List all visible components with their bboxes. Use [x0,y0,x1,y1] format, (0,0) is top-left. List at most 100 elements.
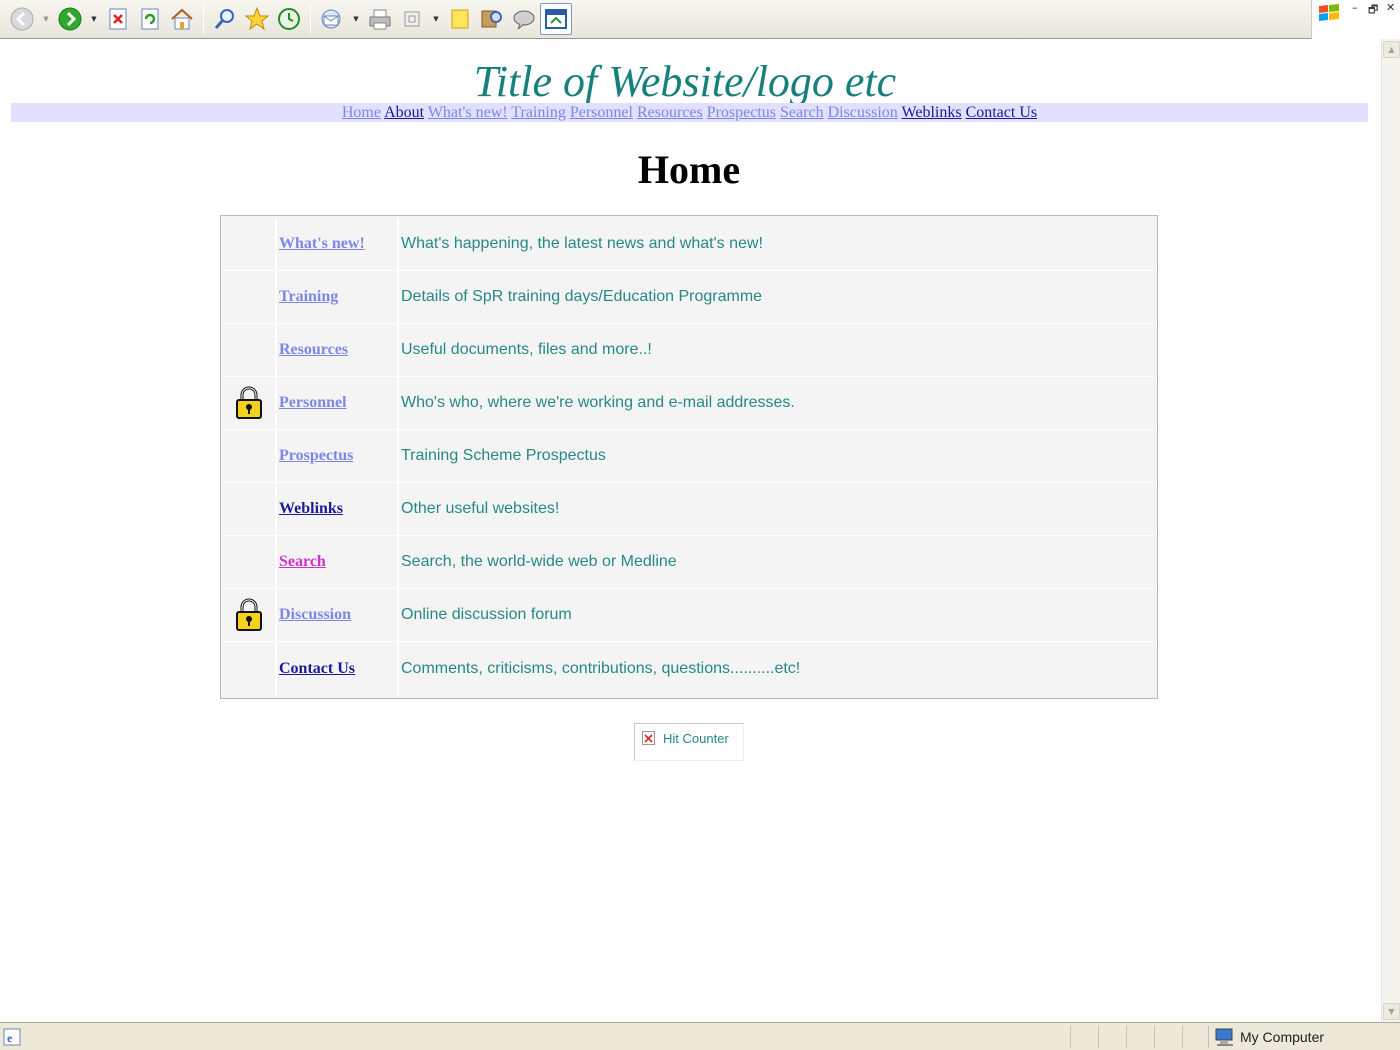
padlock-icon [236,598,262,631]
stop-icon [109,8,127,30]
mail-dropdown[interactable]: ▼ [348,3,364,35]
status-pane [1182,1026,1183,1048]
nav-training[interactable]: Training [511,104,566,121]
nav-prospectus[interactable]: Prospectus [707,104,776,121]
note-icon [451,9,469,29]
nav-personnel[interactable]: Personnel [570,104,633,121]
status-pane [1098,1026,1099,1048]
lock-cell [223,483,277,535]
stop-button[interactable] [102,3,134,35]
nav-search[interactable]: Search [780,104,824,121]
edit-dropdown[interactable]: ▼ [428,3,444,35]
minimize-button[interactable]: – [1352,1,1358,14]
lock-cell [223,218,277,270]
browser-toolbar: ▼ ▼ ▼ ▼ [0,0,1311,39]
nav-resources[interactable]: Resources [637,104,703,121]
sections-table: What's new! What's happening, the latest… [220,215,1158,699]
link-resources[interactable]: Resources [279,341,348,359]
link-contact-us[interactable]: Contact Us [279,660,355,678]
scroll-down-button[interactable]: ▼ [1383,1003,1400,1020]
lock-cell [223,589,277,641]
table-row: Discussion Online discussion forum [223,589,1155,642]
row-description: Other useful websites! [401,500,560,517]
page-heading: Home [637,147,741,192]
ie-page-icon: e [3,1028,21,1046]
research-icon [481,10,502,28]
svg-text:e: e [7,1031,13,1045]
nav-discussion[interactable]: Discussion [828,104,898,121]
computer-icon [1215,1028,1233,1046]
lock-cell [223,430,277,482]
home-button[interactable] [166,3,198,35]
window-controls: – 🗗 ✕ [1311,0,1400,39]
edit-page-icon [404,11,420,27]
research-button[interactable] [476,3,508,35]
favorites-button[interactable] [241,3,273,35]
broken-image-icon [642,731,655,745]
forward-button[interactable] [54,3,86,35]
nav-about[interactable]: About [384,104,424,121]
lock-cell [223,536,277,588]
link-whats-new[interactable]: What's new! [279,235,365,253]
nav-contact-us[interactable]: Contact Us [966,104,1038,121]
zone-label: My Computer [1240,1029,1325,1045]
status-pane [1126,1026,1127,1048]
table-row: Resources Useful documents, files and mo… [223,324,1155,377]
nav-weblinks[interactable]: Weblinks [902,104,962,121]
refresh-icon [141,8,159,30]
link-discussion[interactable]: Discussion [279,606,351,624]
row-description: Training Scheme Prospectus [401,447,606,464]
nav-whats-new[interactable]: What's new! [428,104,508,121]
search-button[interactable] [209,3,241,35]
status-bar: e My Computer [0,1022,1400,1050]
messenger-icon [513,10,535,30]
link-prospectus[interactable]: Prospectus [279,447,353,465]
lock-cell [223,642,277,695]
status-pane [1154,1026,1155,1048]
security-zone: My Computer [1214,1027,1324,1047]
table-row: Weblinks Other useful websites! [223,483,1155,536]
home-icon [171,8,193,30]
nav-home[interactable]: Home [342,104,381,121]
link-weblinks[interactable]: Weblinks [279,500,343,518]
back-button[interactable] [6,3,38,35]
forward-dropdown[interactable]: ▼ [86,3,102,35]
table-row: Prospectus Training Scheme Prospectus [223,430,1155,483]
print-button[interactable] [364,3,396,35]
forward-arrow-icon [58,7,82,31]
refresh-button[interactable] [134,3,166,35]
link-training[interactable]: Training [279,288,338,306]
history-icon [278,8,300,30]
link-personnel[interactable]: Personnel [279,394,347,412]
close-button[interactable]: ✕ [1386,1,1395,14]
back-dropdown[interactable]: ▼ [38,3,54,35]
row-description: Details of SpR training days/Education P… [401,288,763,305]
messenger-button[interactable] [508,3,540,35]
table-row: What's new! What's happening, the latest… [223,218,1155,271]
back-arrow-icon [10,7,34,31]
toolbar-separator [203,4,204,34]
mail-button[interactable] [316,3,348,35]
padlock-icon [236,386,262,419]
table-row: Search Search, the world-wide web or Med… [223,536,1155,589]
magnifier-icon [214,9,234,29]
site-title: Title of Website/logo etc [473,57,897,106]
link-search[interactable]: Search [279,553,326,571]
restore-button[interactable]: 🗗 [1368,1,1378,20]
windows-logo-icon [1319,4,1339,21]
edit-button[interactable] [396,3,428,35]
hit-counter-alt-text: Hit Counter [663,731,729,746]
table-row: Training Details of SpR training days/Ed… [223,271,1155,324]
mail-icon [321,9,341,29]
row-description: Useful documents, files and more..! [401,341,652,358]
discuss-button[interactable] [540,3,572,35]
vertical-scrollbar[interactable]: ▲ ▼ [1381,39,1400,1022]
hit-counter-image: Hit Counter [634,723,744,761]
status-pane [1208,1026,1209,1048]
scroll-up-button[interactable]: ▲ [1383,41,1400,58]
site-navbar: Home About What's new! Training Personne… [11,103,1368,122]
history-button[interactable] [273,3,305,35]
star-icon [244,6,270,31]
notes-button[interactable] [444,3,476,35]
row-description: Who's who, where we're working and e-mai… [401,394,795,411]
